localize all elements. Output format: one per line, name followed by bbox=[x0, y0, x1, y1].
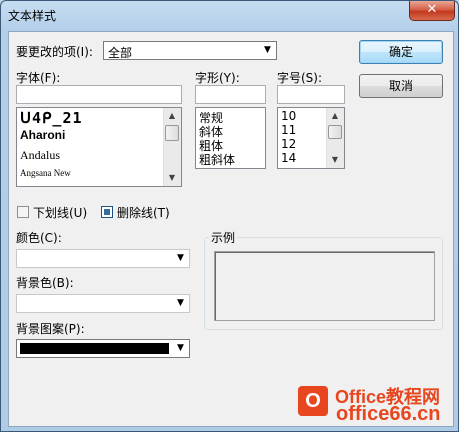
background-pattern-select[interactable]: ▼ bbox=[16, 339, 190, 358]
dialog-window: 文本样式 ✕ 要更改的项(I): 全部 ▼ 确定 取消 字体(F): ᑌ4ᑭ_2… bbox=[0, 0, 459, 432]
pattern-swatch bbox=[20, 343, 169, 354]
chevron-down-icon[interactable]: ▼ bbox=[172, 250, 189, 267]
title-bar[interactable]: 文本样式 ✕ bbox=[1, 1, 458, 31]
font-list-item-symbol[interactable]: ᑌ4ᑭ_21 bbox=[20, 109, 83, 127]
item-to-change-value: 全部 bbox=[108, 46, 133, 60]
scroll-down-icon[interactable]: ▼ bbox=[327, 152, 343, 168]
background-color-select[interactable]: ▼ bbox=[16, 294, 190, 313]
list-item[interactable]: Aharoni bbox=[20, 128, 65, 142]
item-to-change-label: 要更改的项(I): bbox=[16, 45, 93, 59]
color-select[interactable]: ▼ bbox=[16, 249, 190, 268]
list-item[interactable]: 10 bbox=[281, 109, 296, 123]
list-item[interactable]: 14 bbox=[281, 151, 296, 165]
underline-checkbox[interactable] bbox=[17, 206, 29, 218]
size-list[interactable]: 10 11 12 14 ▲ ▼ bbox=[277, 107, 345, 169]
sample-label: 示例 bbox=[209, 229, 238, 246]
background-pattern-label: 背景图案(P): bbox=[16, 322, 85, 336]
scroll-down-icon[interactable]: ▼ bbox=[164, 170, 180, 186]
cancel-button[interactable]: 取消 bbox=[359, 74, 443, 98]
chevron-down-icon[interactable]: ▼ bbox=[172, 340, 189, 357]
size-list-scrollbar[interactable]: ▲ ▼ bbox=[326, 108, 344, 168]
strikethrough-checkbox[interactable] bbox=[101, 206, 113, 218]
chevron-down-icon[interactable]: ▼ bbox=[259, 42, 276, 59]
font-input[interactable] bbox=[16, 85, 182, 104]
close-button[interactable]: ✕ bbox=[409, 1, 455, 21]
scroll-up-icon[interactable]: ▲ bbox=[327, 108, 343, 124]
dialog-body: 要更改的项(I): 全部 ▼ 确定 取消 字体(F): ᑌ4ᑭ_21 Aharo… bbox=[8, 31, 454, 427]
list-item[interactable]: 粗斜体 bbox=[199, 151, 235, 168]
window-title: 文本样式 bbox=[8, 9, 57, 23]
strikethrough-label[interactable]: 删除线(T) bbox=[117, 204, 170, 221]
scroll-up-icon[interactable]: ▲ bbox=[164, 108, 180, 124]
underline-label[interactable]: 下划线(U) bbox=[33, 204, 87, 221]
font-label: 字体(F): bbox=[16, 71, 61, 85]
scroll-thumb[interactable] bbox=[328, 125, 342, 139]
item-to-change-select[interactable]: 全部 ▼ bbox=[103, 41, 277, 60]
font-style-label: 字形(Y): bbox=[195, 71, 240, 85]
color-label: 颜色(C): bbox=[16, 231, 62, 245]
background-color-label: 背景色(B): bbox=[16, 276, 74, 290]
font-list[interactable]: ᑌ4ᑭ_21 Aharoni Andalus Angsana New ▲ ▼ bbox=[16, 107, 182, 187]
font-style-list[interactable]: 常规 斜体 粗体 粗斜体 bbox=[195, 107, 266, 169]
list-item[interactable]: Angsana New bbox=[20, 168, 71, 178]
scroll-thumb[interactable] bbox=[165, 125, 179, 141]
size-label: 字号(S): bbox=[277, 71, 323, 85]
watermark-url: office66.cn bbox=[336, 403, 441, 425]
list-item[interactable]: 11 bbox=[281, 123, 296, 137]
chevron-down-icon[interactable]: ▼ bbox=[172, 295, 189, 312]
list-item[interactable]: Andalus bbox=[20, 148, 60, 163]
font-list-scrollbar[interactable]: ▲ ▼ bbox=[163, 108, 181, 186]
size-input[interactable] bbox=[277, 85, 345, 104]
office-logo-icon: O bbox=[298, 386, 328, 416]
sample-preview bbox=[214, 251, 435, 321]
ok-button[interactable]: 确定 bbox=[359, 40, 443, 64]
font-style-input[interactable] bbox=[195, 85, 266, 104]
list-item[interactable]: 12 bbox=[281, 137, 296, 151]
